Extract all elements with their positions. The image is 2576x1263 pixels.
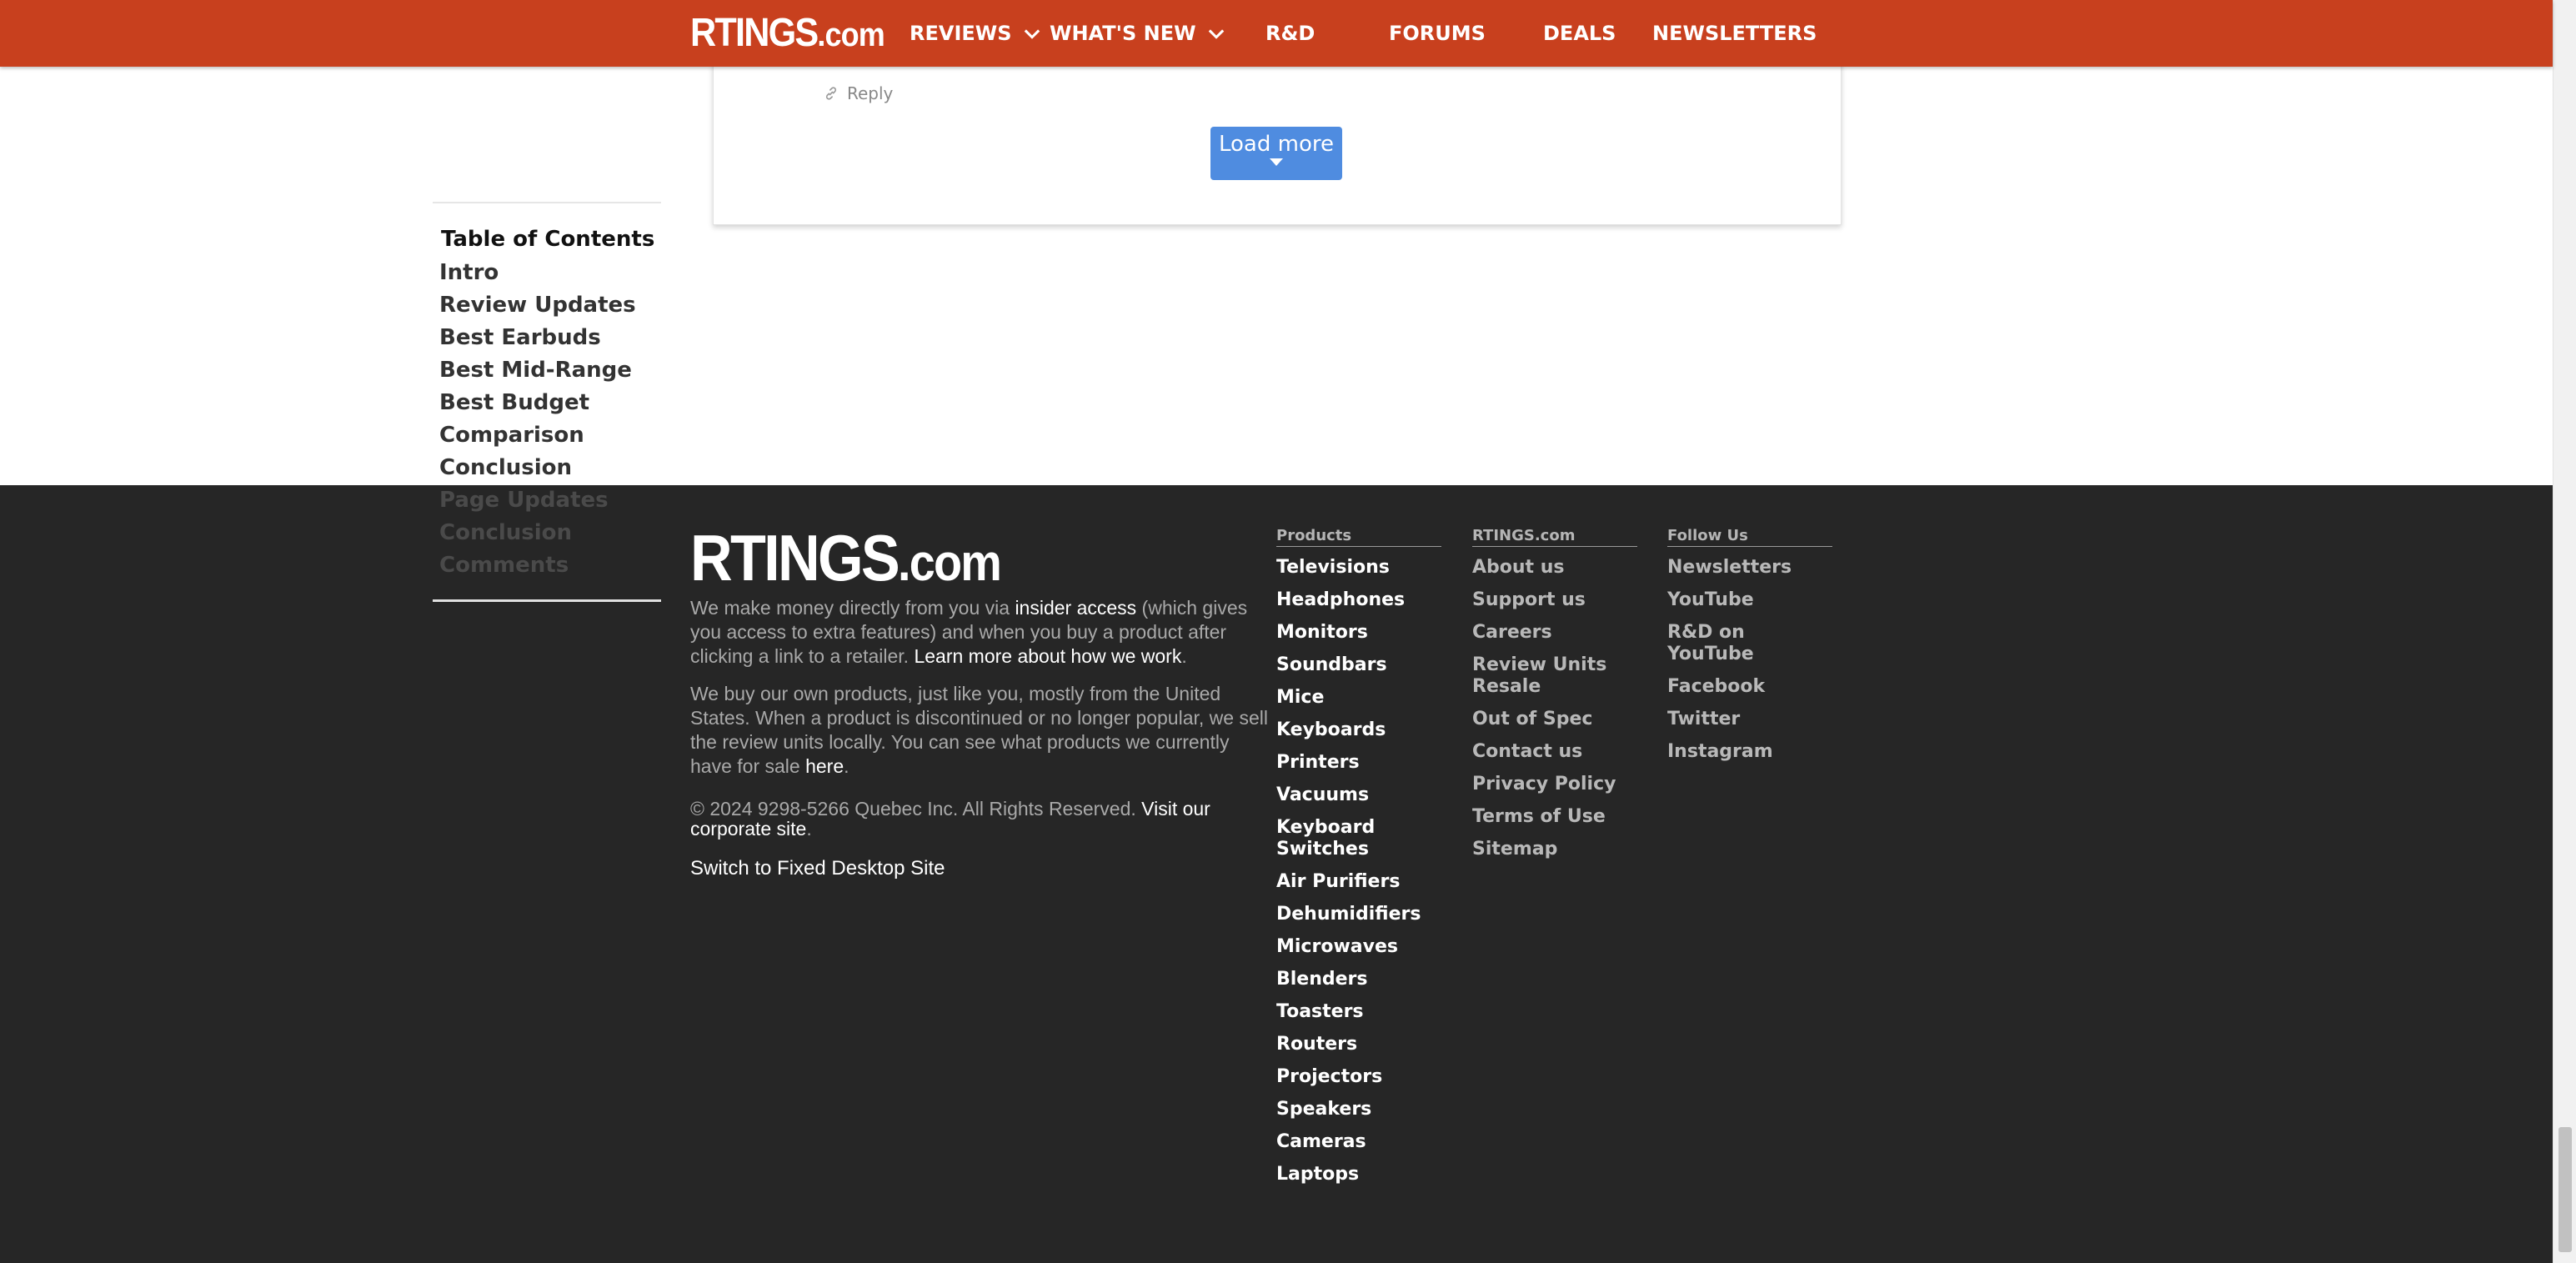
reply-link[interactable]: Reply	[824, 83, 893, 103]
text: .	[806, 818, 812, 839]
nav-item-label: DEALS	[1543, 22, 1616, 45]
text: © 2024 9298-5266 Quebec Inc. All Rights …	[690, 798, 1142, 819]
toc-heading: Table of Contents	[441, 227, 655, 252]
chevron-down-icon	[1208, 29, 1224, 39]
footer-link-dehumidifiers[interactable]: Dehumidifiers	[1276, 904, 1441, 925]
footer-follow-column: Follow Us Newsletters YouTube R&D on You…	[1667, 527, 1832, 774]
footer-link-youtube[interactable]: YouTube	[1667, 589, 1832, 611]
toc-top-divider	[433, 202, 661, 203]
footer-logo[interactable]: RTINGS.com	[690, 520, 1002, 601]
nav-item-label: FORUMS	[1389, 22, 1486, 45]
toc-item-conclusion[interactable]: Conclusion	[439, 452, 636, 484]
footer-link-careers[interactable]: Careers	[1472, 622, 1637, 644]
footer-link-about-us[interactable]: About us	[1472, 557, 1637, 579]
nav-item-whats-new[interactable]: WHAT'S NEW	[1050, 20, 1228, 47]
footer-link-review-units-resale[interactable]: Review Units Resale	[1472, 654, 1637, 698]
nav-item-label: NEWSLETTERS	[1652, 22, 1817, 45]
text: .	[1181, 645, 1187, 667]
toc-item-review-updates[interactable]: Review Updates	[439, 289, 636, 322]
footer-products-column: Products Televisions Headphones Monitors…	[1276, 527, 1441, 1196]
footer-copyright: © 2024 9298-5266 Quebec Inc. All Rights …	[690, 799, 1274, 839]
toc-item-comments[interactable]: Comments	[439, 549, 636, 582]
toc-item-conclusion-2[interactable]: Conclusion	[439, 517, 636, 549]
footer-link-televisions[interactable]: Televisions	[1276, 557, 1441, 579]
footer-revenue-text: We make money directly from you via insi…	[690, 596, 1274, 669]
follow-heading: Follow Us	[1667, 527, 1832, 547]
footer-link-headphones[interactable]: Headphones	[1276, 589, 1441, 611]
footer-link-mice[interactable]: Mice	[1276, 687, 1441, 709]
footer-link-support-us[interactable]: Support us	[1472, 589, 1637, 611]
footer-link-privacy-policy[interactable]: Privacy Policy	[1472, 774, 1637, 795]
nav-item-label: REVIEWS	[910, 22, 1012, 45]
chevron-down-icon	[1024, 29, 1040, 39]
learn-more-link[interactable]: Learn more about how we work	[914, 645, 1181, 667]
reply-label: Reply	[847, 83, 894, 103]
toc-bottom-divider	[433, 599, 661, 602]
insider-access-link[interactable]: insider access	[1015, 597, 1136, 619]
footer-link-keyboards[interactable]: Keyboards	[1276, 719, 1441, 741]
company-heading: RTINGS.com	[1472, 527, 1637, 547]
toc-item-best-mid-range[interactable]: Best Mid-Range	[439, 354, 636, 387]
toc-item-page-updates[interactable]: Page Updates	[439, 484, 636, 517]
footer-link-instagram[interactable]: Instagram	[1667, 741, 1832, 763]
toc-item-comparison[interactable]: Comparison	[439, 419, 636, 452]
toc-item-best-earbuds[interactable]: Best Earbuds	[439, 322, 636, 354]
nav-item-deals[interactable]: DEALS	[1543, 20, 1616, 47]
footer-link-soundbars[interactable]: Soundbars	[1276, 654, 1441, 676]
text: We make money directly from you via	[690, 597, 1015, 619]
footer-link-contact-us[interactable]: Contact us	[1472, 741, 1637, 763]
footer-link-toasters[interactable]: Toasters	[1276, 1001, 1441, 1023]
footer-link-terms-of-use[interactable]: Terms of Use	[1472, 806, 1637, 828]
footer-link-air-purifiers[interactable]: Air Purifiers	[1276, 871, 1441, 893]
page-scrollbar[interactable]	[2553, 0, 2576, 1263]
footer-link-microwaves[interactable]: Microwaves	[1276, 936, 1441, 958]
footer-link-keyboard-switches[interactable]: Keyboard Switches	[1276, 817, 1441, 860]
text: .	[844, 755, 849, 777]
footer-link-printers[interactable]: Printers	[1276, 752, 1441, 774]
footer-link-laptops[interactable]: Laptops	[1276, 1164, 1441, 1185]
table-of-contents: Intro Review Updates Best Earbuds Best M…	[439, 257, 636, 582]
nav-item-label: R&D	[1265, 22, 1316, 45]
footer-link-cameras[interactable]: Cameras	[1276, 1131, 1441, 1153]
footer-link-facebook[interactable]: Facebook	[1667, 676, 1832, 698]
footer-resale-text: We buy our own products, just like you, …	[690, 682, 1274, 779]
products-heading: Products	[1276, 527, 1441, 547]
footer-link-rnd-youtube[interactable]: R&D on YouTube	[1667, 622, 1832, 665]
caret-down-icon	[1270, 158, 1283, 166]
footer-link-speakers[interactable]: Speakers	[1276, 1099, 1441, 1120]
footer-link-routers[interactable]: Routers	[1276, 1034, 1441, 1055]
footer-link-sitemap[interactable]: Sitemap	[1472, 839, 1637, 860]
footer-link-blenders[interactable]: Blenders	[1276, 969, 1441, 990]
link-icon	[825, 87, 837, 100]
nav-item-label: WHAT'S NEW	[1050, 22, 1196, 45]
toc-item-intro[interactable]: Intro	[439, 257, 636, 289]
resale-here-link[interactable]: here	[805, 755, 844, 777]
scrollbar-thumb[interactable]	[2558, 1127, 2572, 1252]
footer-link-out-of-spec[interactable]: Out of Spec	[1472, 709, 1637, 730]
footer-company-column: RTINGS.com About us Support us Careers R…	[1472, 527, 1637, 871]
load-more-label: Load more	[1219, 132, 1334, 157]
load-more-button[interactable]: Load more	[1210, 127, 1342, 180]
nav-item-rnd[interactable]: R&D	[1265, 20, 1315, 47]
nav-item-reviews[interactable]: REVIEWS	[910, 20, 1044, 47]
switch-desktop-link[interactable]: Switch to Fixed Desktop Site	[690, 857, 945, 880]
footer-link-vacuums[interactable]: Vacuums	[1276, 784, 1441, 806]
nav-item-forums[interactable]: FORUMS	[1389, 20, 1486, 47]
footer-link-twitter[interactable]: Twitter	[1667, 709, 1832, 730]
top-navigation-bar: RTINGS.com REVIEWS WHAT'S NEW R&D FORUMS…	[0, 0, 2553, 67]
footer-link-monitors[interactable]: Monitors	[1276, 622, 1441, 644]
footer-link-projectors[interactable]: Projectors	[1276, 1066, 1441, 1088]
footer-link-newsletters[interactable]: Newsletters	[1667, 557, 1832, 579]
nav-item-newsletters[interactable]: NEWSLETTERS	[1652, 20, 1817, 47]
text: We buy our own products, just like you, …	[690, 683, 1268, 777]
toc-item-best-budget[interactable]: Best Budget	[439, 387, 636, 419]
rtings-logo[interactable]: RTINGS.com	[690, 8, 885, 60]
